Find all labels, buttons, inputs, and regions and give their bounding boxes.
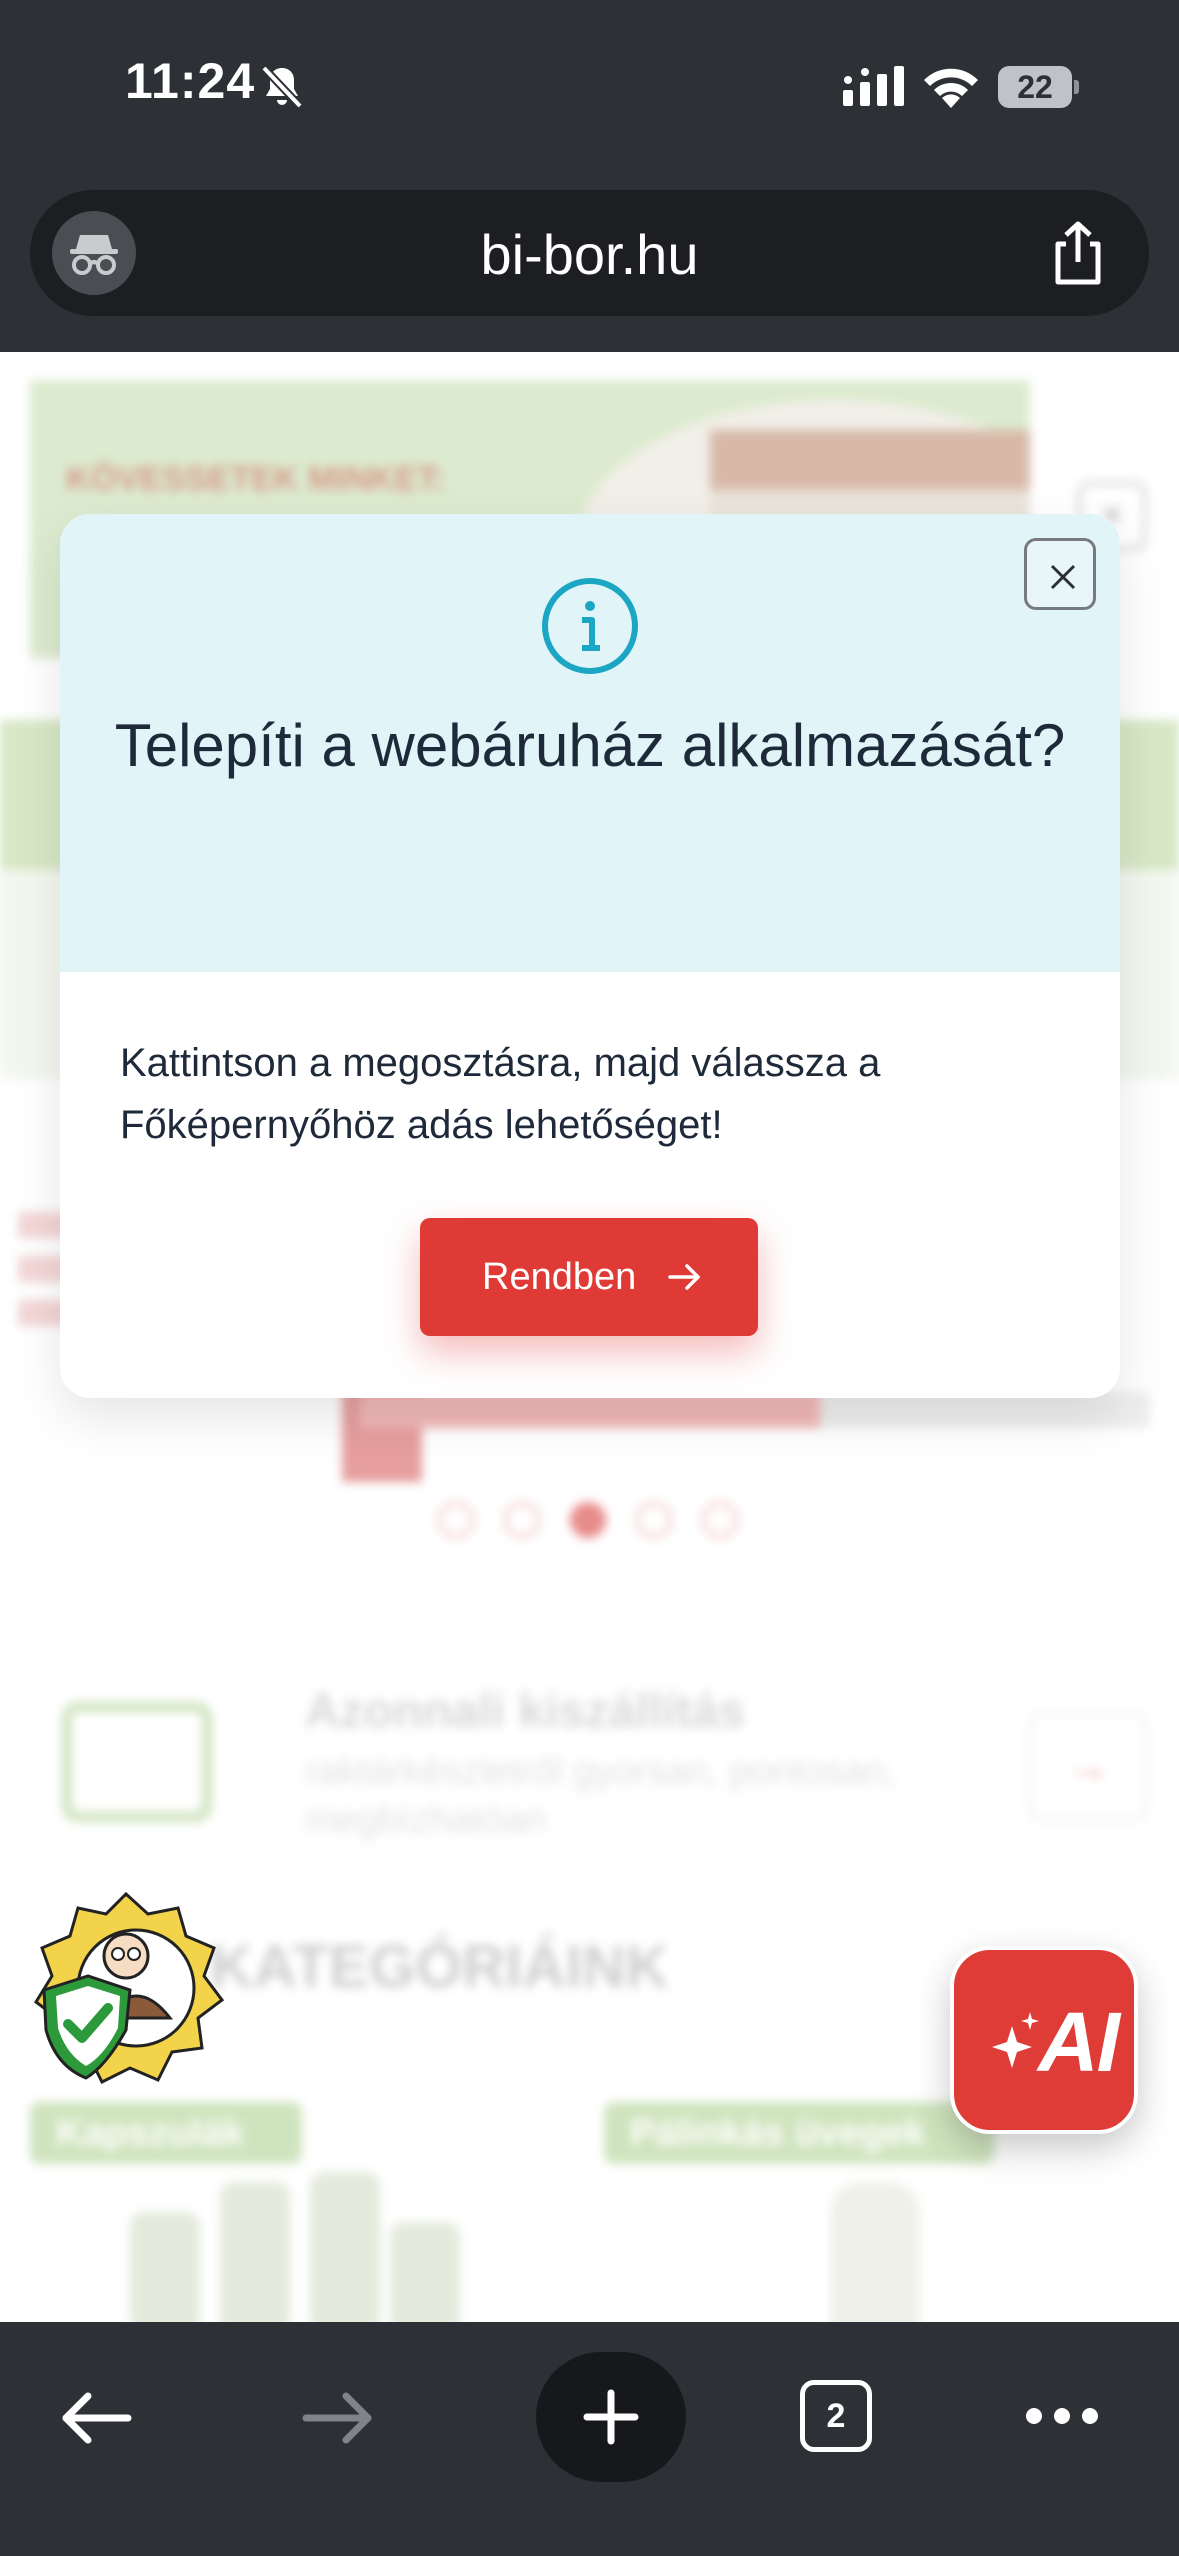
bell-slash-icon bbox=[261, 65, 303, 109]
carousel-dot-active[interactable] bbox=[570, 1502, 606, 1538]
ok-button[interactable]: Rendben bbox=[420, 1218, 758, 1336]
dialog-header: Telepíti a webáruház alkalmazását? bbox=[60, 514, 1120, 972]
install-app-dialog: Telepíti a webáruház alkalmazását? Katti… bbox=[60, 514, 1120, 1398]
status-time: 11:24 bbox=[125, 53, 256, 109]
signal-icon bbox=[843, 66, 904, 106]
dialog-close-button[interactable] bbox=[1024, 538, 1096, 610]
ai-label: AI bbox=[1038, 1995, 1120, 2089]
tabs-button[interactable]: 2 bbox=[800, 2380, 872, 2452]
carousel-dot[interactable] bbox=[504, 1502, 540, 1538]
battery-level: 22 bbox=[1017, 69, 1053, 105]
category-badge-capsules[interactable]: Kapszulák bbox=[30, 2102, 302, 2164]
url-text[interactable]: bi-bor.hu bbox=[30, 222, 1149, 287]
feature-subtitle: raktárkészletről gyorsan, pontosan, megb… bbox=[305, 1751, 897, 1841]
bottle-image[interactable] bbox=[830, 2182, 920, 2322]
forward-arrow-icon[interactable] bbox=[302, 2390, 376, 2446]
battery-indicator: 22 bbox=[998, 66, 1080, 108]
carousel-dot[interactable] bbox=[636, 1502, 672, 1538]
wifi-icon bbox=[924, 68, 978, 108]
categories-title: KATEGÓRIÁINK bbox=[210, 1933, 669, 2000]
arrow-right-icon bbox=[668, 1264, 700, 1290]
truck-icon bbox=[62, 1702, 212, 1822]
banner-text: KÖVESSETEK MINKET: bbox=[66, 460, 446, 498]
close-icon bbox=[1050, 564, 1076, 590]
browser-bottom-toolbar: 2 bbox=[0, 2322, 1179, 2556]
address-bar[interactable]: bi-bor.hu bbox=[30, 190, 1149, 316]
back-arrow-icon[interactable] bbox=[58, 2390, 132, 2446]
feature-title: Azonnali kiszállítás bbox=[305, 1685, 746, 1738]
status-bar: 11:24 22 bbox=[0, 0, 1179, 170]
carousel-dot[interactable] bbox=[438, 1502, 474, 1538]
capsules-image[interactable] bbox=[130, 2172, 460, 2322]
sparkle-icon bbox=[992, 2012, 1039, 2068]
ok-button-label: Rendben bbox=[482, 1256, 637, 1298]
dialog-message: Kattintson a megosztásra, majd válassza … bbox=[120, 1041, 881, 1147]
trust-badge-icon[interactable] bbox=[26, 1890, 226, 2090]
ai-assistant-button[interactable]: AI bbox=[950, 1946, 1138, 2134]
category-badge-bottles[interactable]: Pálinkás üvegek bbox=[604, 2102, 994, 2164]
new-tab-button[interactable] bbox=[536, 2352, 686, 2482]
share-icon[interactable] bbox=[1046, 220, 1110, 286]
info-icon bbox=[542, 578, 638, 674]
plus-icon bbox=[583, 2389, 639, 2445]
dialog-title: Telepíti a webáruház alkalmazását? bbox=[114, 712, 1066, 779]
browser-toolbar: bi-bor.hu bbox=[0, 170, 1179, 352]
feature-arrow-button[interactable]: → bbox=[1028, 1712, 1148, 1822]
more-icon[interactable] bbox=[1024, 2404, 1100, 2428]
carousel-dot[interactable] bbox=[702, 1502, 738, 1538]
